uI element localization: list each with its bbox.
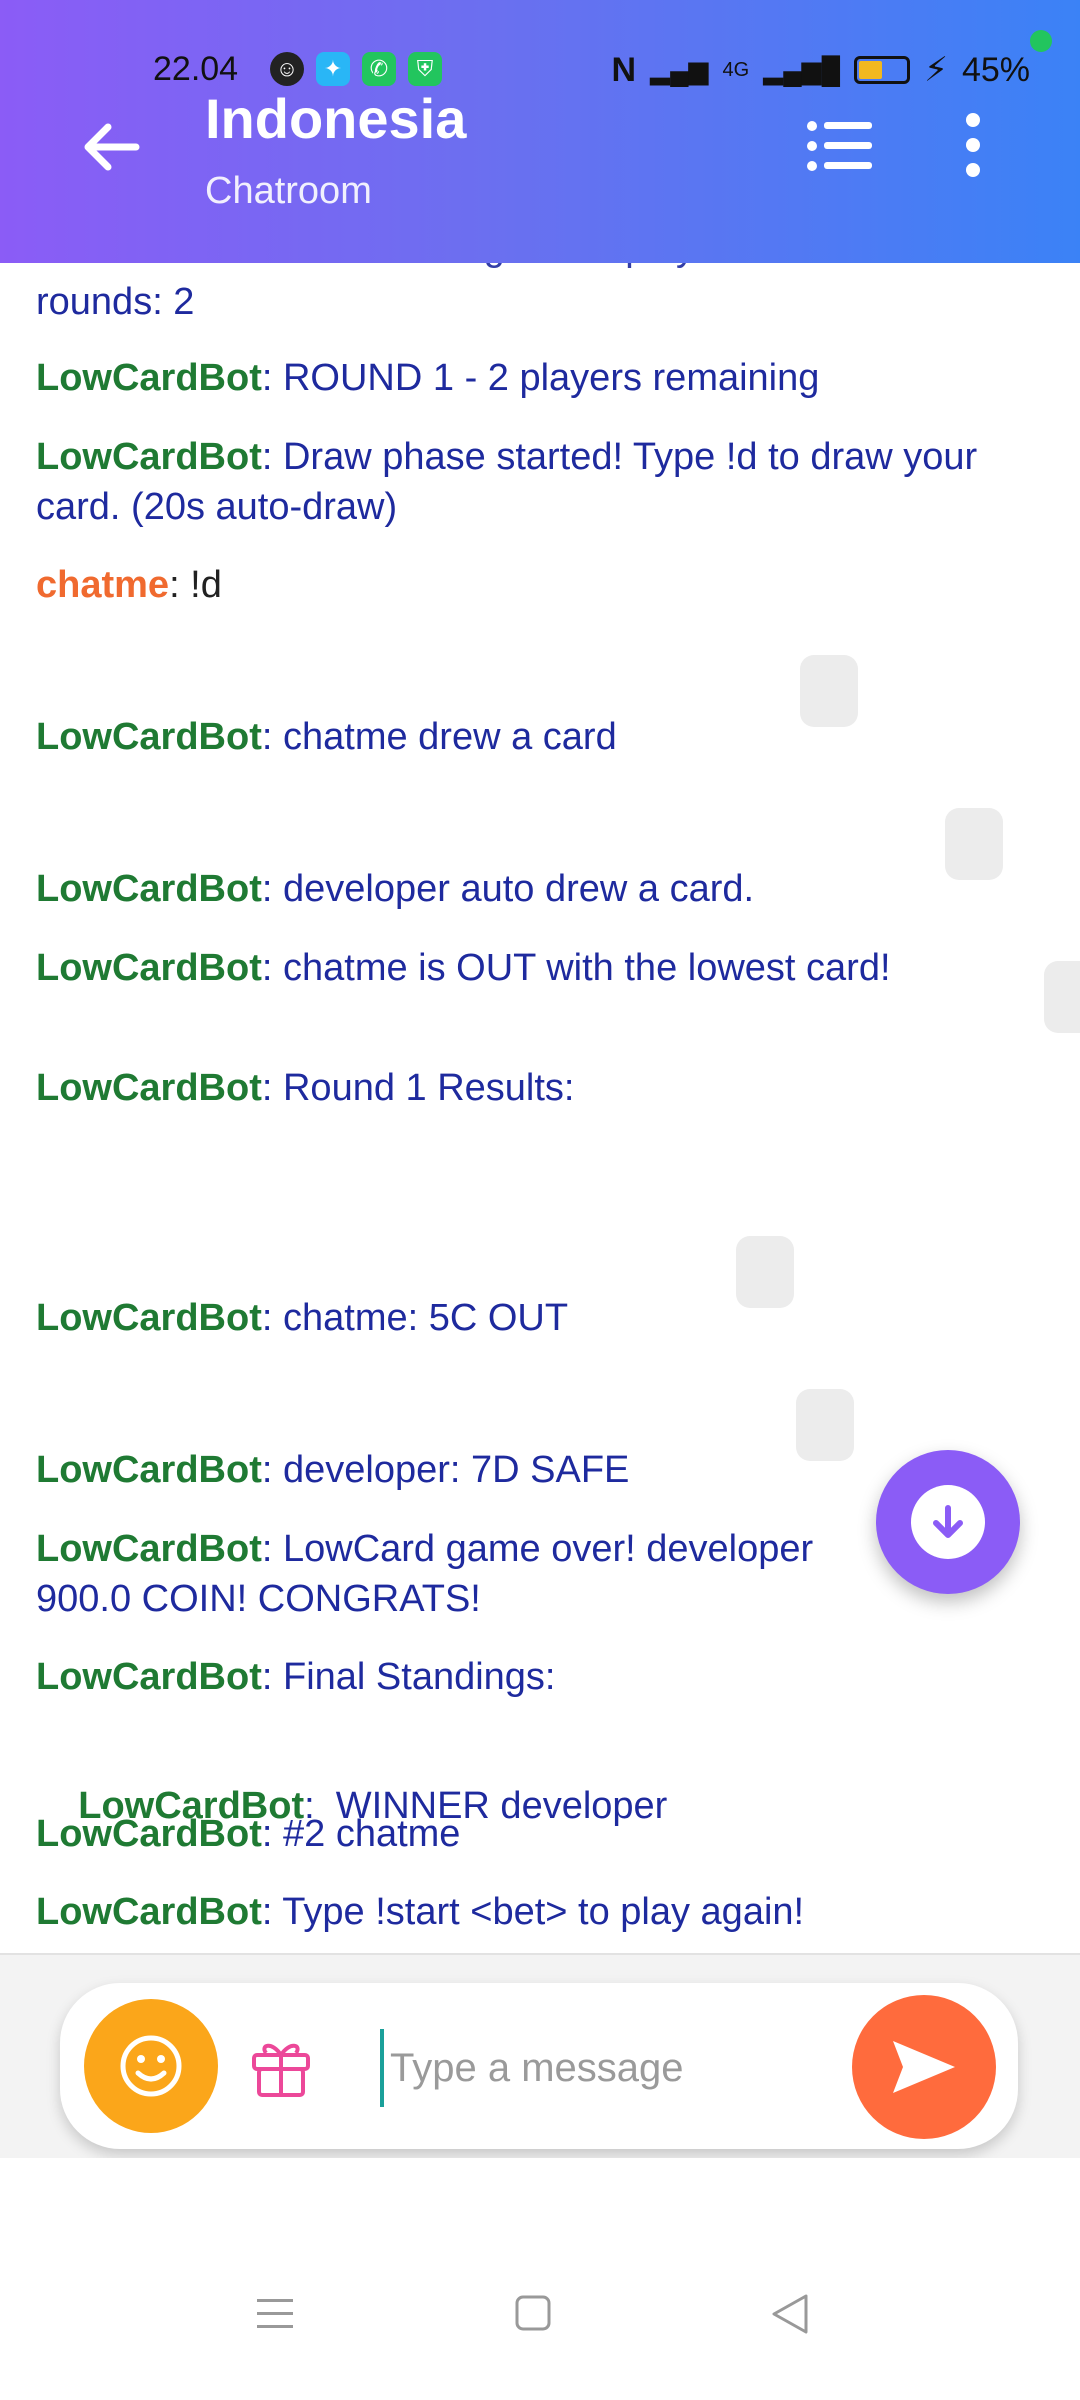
message-text: : Type !start <bet> to play again! bbox=[261, 1891, 805, 1933]
chat-message: LowCardBot: chatme: 5C OUT bbox=[36, 1293, 1016, 1343]
sender-name[interactable]: LowCardBot bbox=[36, 1813, 262, 1855]
charging-icon: ⚡ bbox=[924, 51, 948, 89]
sender-name[interactable]: LowCardBot bbox=[36, 1528, 262, 1570]
message-text: : developer auto drew a card. bbox=[261, 868, 755, 910]
chat-message: LowCardBot: LowCard game over! developer… bbox=[36, 1524, 886, 1624]
network-type: 4G bbox=[722, 58, 750, 81]
message-text: : ROUND 1 - 2 players remaining bbox=[261, 357, 820, 399]
signal-strong-icon: ▂▄▆█ bbox=[763, 54, 841, 85]
notification-icons: ☺ ✦ ✆ ⛨ bbox=[270, 52, 442, 86]
sender-name[interactable]: LowCardBot bbox=[36, 1297, 262, 1339]
message-text: : chatme: 5C OUT bbox=[261, 1297, 569, 1339]
message-tail: rounds: 2 bbox=[36, 281, 195, 323]
more-options-icon[interactable] bbox=[948, 110, 998, 180]
privacy-indicator-icon bbox=[1030, 30, 1052, 52]
back-arrow-icon[interactable] bbox=[76, 112, 146, 182]
shield-app-icon: ⛨ bbox=[408, 52, 442, 86]
bird-app-icon: ✦ bbox=[316, 52, 350, 86]
battery-icon bbox=[854, 56, 911, 84]
message-text: : !d bbox=[169, 564, 222, 606]
arrow-down-icon bbox=[911, 1485, 985, 1559]
participants-list-icon[interactable] bbox=[806, 116, 874, 176]
sender-name[interactable]: LowCardBot bbox=[36, 947, 262, 989]
system-nav-bar bbox=[0, 2158, 1080, 2400]
back-triangle-icon[interactable] bbox=[770, 2292, 810, 2336]
message-text: : chatme is OUT with the lowest card! bbox=[261, 947, 891, 989]
signal-icon: ▂▄▆ bbox=[650, 54, 709, 85]
status-time: 22.04 bbox=[153, 50, 239, 88]
sender-name[interactable]: LowCardBot bbox=[36, 716, 262, 758]
message-text: : #2 chatme bbox=[261, 1813, 461, 1855]
message-text: : Final Standings: bbox=[261, 1656, 556, 1698]
home-icon[interactable] bbox=[514, 2294, 552, 2332]
sender-name[interactable]: LowCardBot bbox=[36, 1656, 262, 1698]
sender-name[interactable]: LowCardBot bbox=[36, 1067, 262, 1109]
gift-icon[interactable] bbox=[246, 2031, 316, 2101]
chat-app-icon: ☺ bbox=[270, 52, 304, 86]
chat-message: LowCardBot: #2 chatme bbox=[36, 1809, 1016, 1859]
emoji-button[interactable] bbox=[84, 1999, 218, 2133]
chatroom-title: Indonesia bbox=[205, 87, 467, 150]
composer-area bbox=[0, 1953, 1080, 2160]
message-text: : chatme drew a card bbox=[261, 716, 617, 758]
sender-name[interactable]: LowCardBot bbox=[36, 357, 262, 399]
chat-message: LowCardBot: Draw phase started! Type !d … bbox=[36, 432, 1016, 532]
chat-message: LowCardBot: Type !start <bet> to play ag… bbox=[36, 1887, 1016, 1937]
chat-message: chatme: !d bbox=[36, 560, 1016, 610]
recent-apps-icon[interactable] bbox=[255, 2296, 295, 2332]
card-placeholder bbox=[1044, 961, 1080, 1033]
chat-message: LowCardBot: developer: 7D SAFE bbox=[36, 1445, 1016, 1495]
sender-name[interactable]: LowCardBot bbox=[36, 1891, 262, 1933]
send-button[interactable] bbox=[852, 1995, 996, 2139]
message-composer bbox=[60, 1983, 1018, 2149]
chat-message: LowCardBot: Round 1 Results: bbox=[36, 1063, 1016, 1113]
battery-percent: 45% bbox=[961, 50, 1030, 89]
message-text: : developer: 7D SAFE bbox=[261, 1449, 630, 1491]
sender-name[interactable]: LowCardBot bbox=[36, 1449, 262, 1491]
phone-app-icon: ✆ bbox=[362, 52, 396, 86]
sender-name[interactable]: chatme bbox=[36, 564, 169, 606]
chatroom-subtitle: Chatroom bbox=[205, 170, 372, 212]
chat-message: LowCardBot: developer auto drew a card. bbox=[36, 864, 1016, 914]
message-input[interactable] bbox=[380, 2029, 912, 2107]
smiley-icon bbox=[120, 2035, 182, 2097]
sender-name[interactable]: LowCardBot bbox=[36, 868, 262, 910]
system-status: N ▂▄▆ 4G ▂▄▆█ ⚡ 45% bbox=[612, 50, 1030, 90]
chat-message: LowCardBot: ROUND 1 - 2 players remainin… bbox=[36, 353, 1016, 403]
chat-message: LowCardBot: Final Standings: bbox=[36, 1652, 1016, 1702]
sender-name[interactable]: LowCardBot bbox=[36, 436, 262, 478]
message-list[interactable]: LowCardBot: Game starting with 2 players… bbox=[0, 263, 1080, 1953]
chat-message: LowCardBot: chatme is OUT with the lowes… bbox=[36, 943, 1016, 993]
chat-message: LowCardBot: chatme drew a card bbox=[36, 712, 1016, 762]
app-header: 22.04 ☺ ✦ ✆ ⛨ N ▂▄▆ 4G ▂▄▆█ ⚡ 45% Indone… bbox=[0, 0, 1080, 263]
partial-message: LowCardBot: Game starting with 2 players… bbox=[36, 263, 848, 273]
send-icon bbox=[893, 2041, 955, 2093]
message-text: : Round 1 Results: bbox=[261, 1067, 575, 1109]
nfc-icon: N bbox=[611, 50, 637, 89]
scroll-to-bottom-button[interactable] bbox=[876, 1450, 1020, 1594]
